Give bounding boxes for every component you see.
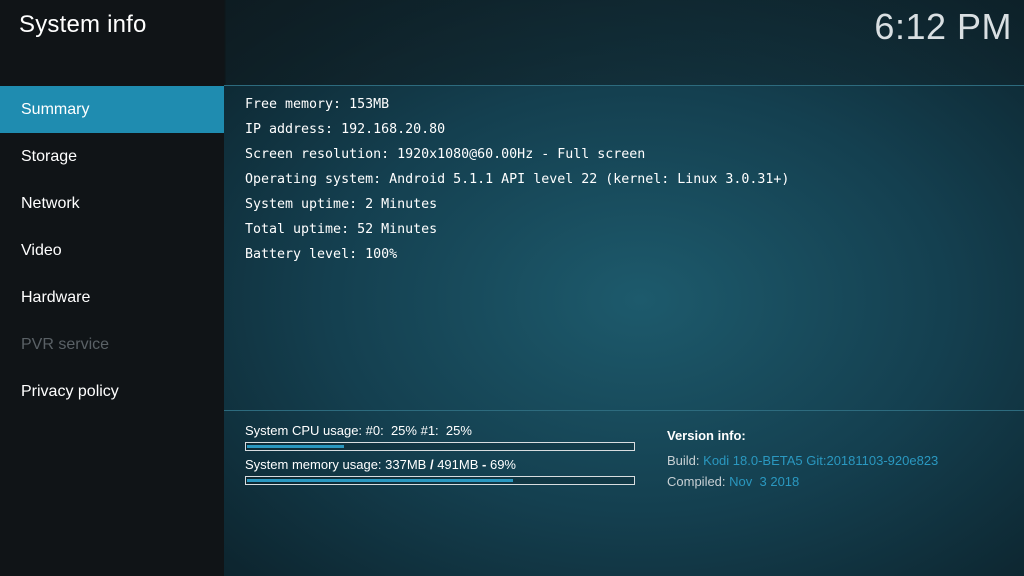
sidebar-menu: Summary Storage Network Video Hardware P… [0,86,224,415]
sidebar-item-privacy-policy[interactable]: Privacy policy [0,368,224,415]
memory-usage-fill [247,479,513,482]
version-info: Version info: Build: Kodi 18.0-BETA5 Git… [667,426,938,492]
battery-level-line: Battery level: 100% [245,247,398,262]
memory-usage-percent: 69% [486,457,516,472]
compiled-label: Compiled: [667,474,726,489]
screen-resolution-line: Screen resolution: 1920x1080@60.00Hz - F… [245,147,646,162]
free-memory-line: Free memory: 153MB [245,97,390,112]
operating-system-line: Operating system: Android 5.1.1 API leve… [245,172,790,187]
clock: 6:12 PM [874,6,1012,47]
sidebar-item-summary[interactable]: Summary [0,86,224,133]
system-uptime-line: System uptime: 2 Minutes [245,197,438,212]
total-uptime-line: Total uptime: 52 Minutes [245,222,438,237]
page-title: System info [19,11,147,38]
memory-usage-used: System memory usage: 337MB [245,457,430,472]
memory-usage-label: System memory usage: 337MB / 491MB - 69% [245,456,635,474]
sidebar-item-hardware[interactable]: Hardware [0,274,224,321]
compiled-value: Nov 3 2018 [729,474,800,489]
sidebar-item-video[interactable]: Video [0,227,224,274]
cpu-usage-bar [245,442,635,451]
usage-panel: System CPU usage: #0: 25% #1: 25% System… [245,422,635,490]
cpu-usage-label: System CPU usage: #0: 25% #1: 25% [245,423,472,438]
memory-usage-bar [245,476,635,485]
build-value: Kodi 18.0-BETA5 Git:20181103-920e823 [703,453,939,468]
summary-info: Free memory: 153MB IP address: 192.168.2… [245,92,789,267]
sidebar-item-pvr-service: PVR service [21,336,110,353]
version-info-title: Version info: [667,428,746,443]
header-divider [224,85,1024,86]
sidebar-item-network[interactable]: Network [0,180,224,227]
build-label: Build: [667,453,700,468]
compiled-row: Compiled: Nov 3 2018 [667,471,938,492]
sidebar-item-storage[interactable]: Storage [0,133,224,180]
ip-address-line: IP address: 192.168.20.80 [245,122,446,137]
memory-usage-total: 491MB [433,457,483,472]
system-info-screen: System info 6:12 PM Summary Storage Netw… [0,0,1024,576]
content-divider [224,410,1024,411]
cpu-usage-fill [247,445,344,448]
build-row: Build: Kodi 18.0-BETA5 Git:20181103-920e… [667,450,938,471]
